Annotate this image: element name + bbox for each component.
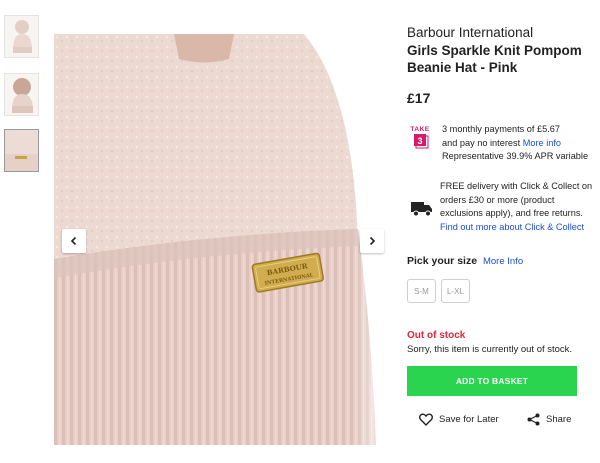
size-option-s-m[interactable]: S-M — [407, 279, 436, 303]
thumbnail-3-image — [5, 130, 38, 171]
finance-line-3: Representative 39.9% APR variable — [442, 151, 589, 162]
price: £17 — [407, 90, 431, 106]
stock-message: Sorry, this item is currently out of sto… — [407, 344, 573, 355]
delivery-line-1: FREE delivery with Click & Collect on — [440, 181, 593, 191]
save-for-later-button[interactable]: Save for Later — [419, 413, 499, 426]
thumbnail-1-image — [5, 16, 38, 57]
chevron-right-icon — [369, 236, 376, 246]
product-info-panel: Barbour International Girls Sparkle Knit… — [407, 24, 597, 426]
take3-logo-icon: TAKE 3 — [410, 126, 429, 149]
finance-more-info-link[interactable]: More info — [523, 138, 561, 148]
main-product-image: BARBOUR INTERNATIONAL — [54, 34, 393, 445]
delivery-truck-icon — [411, 202, 432, 217]
size-guide-link[interactable]: More Info — [483, 256, 523, 267]
product-title: Girls Sparkle Knit Pompom Beanie Hat - P… — [407, 42, 597, 76]
thumbnail-3[interactable] — [4, 129, 39, 172]
add-to-basket-button[interactable]: ADD TO BASKET — [407, 366, 577, 396]
delivery-line-2: orders £30 or more (product — [440, 194, 555, 205]
click-collect-link[interactable]: Find out more about Click & Collect — [440, 221, 600, 235]
previous-image-button[interactable] — [62, 229, 86, 253]
next-image-button[interactable] — [360, 229, 384, 253]
share-icon — [527, 413, 540, 426]
svg-text:TAKE: TAKE — [410, 126, 429, 133]
heart-icon — [419, 413, 433, 426]
finance-text: 3 monthly payments of £5.67 and pay no i… — [442, 123, 600, 164]
svg-text:3: 3 — [417, 136, 422, 146]
save-for-later-label: Save for Later — [439, 414, 499, 425]
delivery-text: FREE delivery with Click & Collect on or… — [440, 180, 600, 234]
size-picker-heading: Pick your size More Info — [407, 255, 523, 267]
share-button[interactable]: Share — [527, 413, 571, 426]
finance-line-2: and pay no interest More info — [442, 137, 562, 148]
thumbnail-2-image — [5, 74, 38, 115]
beanie-hat-image: BARBOUR INTERNATIONAL — [54, 34, 393, 445]
product-title-line-2: Beanie Hat - Pink — [407, 60, 518, 75]
product-title-line-1: Girls Sparkle Knit Pompom — [407, 43, 582, 58]
delivery-line-3: exclusions apply), and free returns. — [440, 208, 583, 219]
chevron-left-icon — [70, 236, 77, 246]
brand-name: Barbour International — [407, 25, 534, 40]
stock-status: Out of stock — [407, 330, 466, 341]
size-option-l-xl[interactable]: L-XL — [441, 279, 470, 303]
thumbnail-1[interactable] — [4, 15, 39, 58]
thumbnail-2[interactable] — [4, 73, 39, 116]
product-actions: Save for Later Share — [407, 413, 597, 435]
share-label: Share — [546, 414, 572, 425]
size-picker-label: Pick your size — [407, 255, 478, 267]
finance-line-1: 3 monthly payments of £5.67 — [442, 124, 560, 134]
